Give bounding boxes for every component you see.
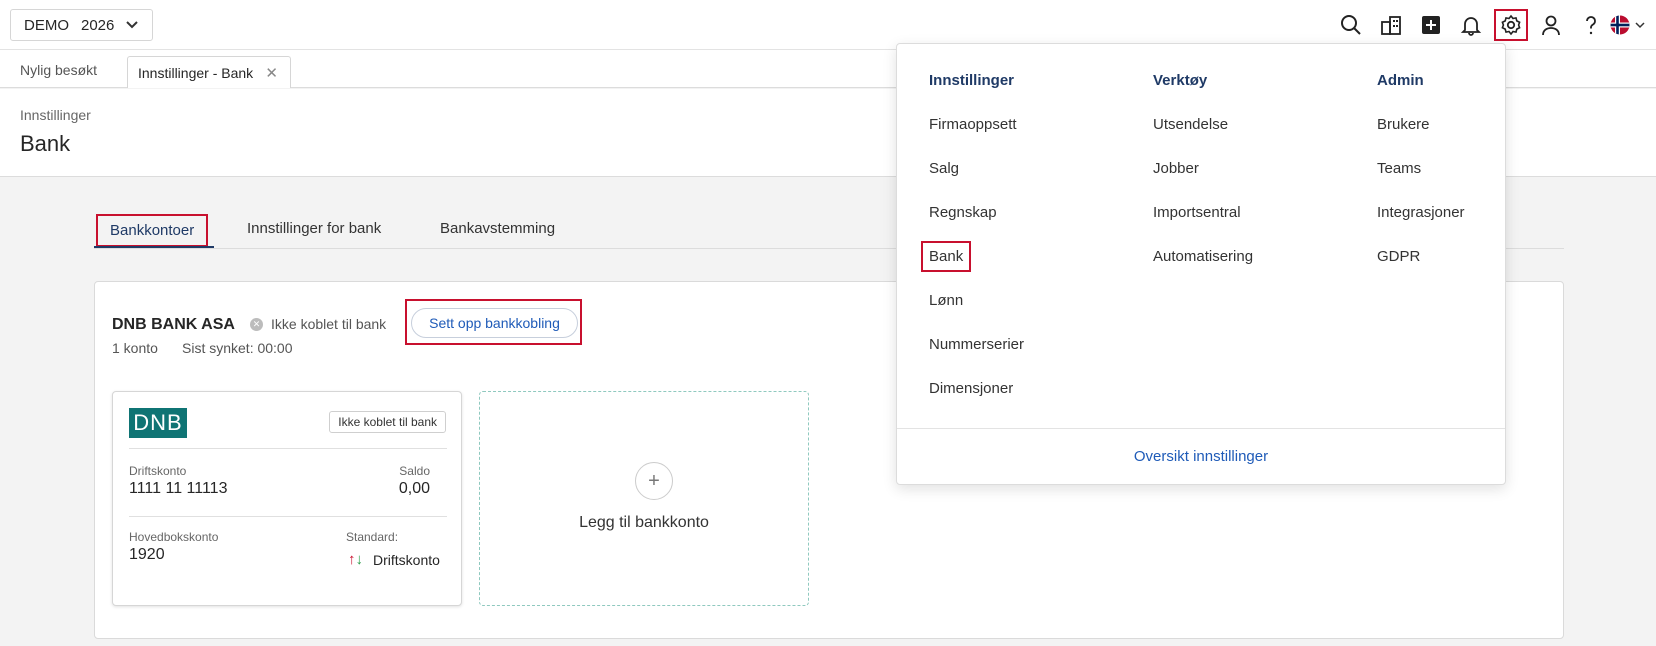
menu-item-payroll[interactable]: Lønn [929, 292, 963, 309]
add-bank-account-label: Legg til bankkonto [579, 514, 709, 531]
divider [129, 516, 447, 517]
ledger-number: 1920 [129, 546, 165, 563]
menu-item-sales[interactable]: Salg [929, 160, 959, 177]
column-heading-tools: Verktøy [1153, 72, 1208, 89]
menu-item-integrations[interactable]: Integrasjoner [1377, 204, 1465, 221]
close-icon[interactable]: ✕ [265, 64, 278, 82]
bell-icon[interactable] [1454, 9, 1488, 41]
open-tab-label: Innstillinger - Bank [138, 65, 254, 81]
menu-item-dispatch[interactable]: Utsendelse [1153, 116, 1228, 133]
setup-highlight: Sett opp bankkobling [405, 299, 582, 345]
default-value: Driftskonto [373, 552, 440, 568]
menu-item-number-series[interactable]: Nummerserier [929, 336, 1024, 353]
account-number: 1111 11 11113 [129, 480, 228, 497]
menu-item-users[interactable]: Brukere [1377, 116, 1430, 133]
settings-menu: Innstillinger Firmaoppsett Salg Regnskap… [896, 43, 1506, 485]
settings-icon[interactable] [1494, 9, 1528, 41]
add-icon[interactable] [1414, 9, 1448, 41]
menu-item-dimensions[interactable]: Dimensjoner [929, 380, 1013, 397]
dnb-logo: DNB [129, 408, 187, 438]
balance-value: 0,00 [398, 480, 430, 497]
default-label: Standard: [346, 530, 399, 544]
chevron-down-icon [1635, 22, 1645, 29]
menu-item-company-setup[interactable]: Firmaoppsett [929, 116, 1017, 133]
menu-item-accounting[interactable]: Regnskap [929, 204, 997, 221]
menu-item-automation[interactable]: Automatisering [1153, 248, 1253, 265]
menu-item-teams[interactable]: Teams [1377, 160, 1421, 177]
company-icon[interactable] [1374, 9, 1408, 41]
active-tab-indicator [94, 246, 214, 248]
connection-status-text: Ikke koblet til bank [271, 316, 387, 332]
setup-bank-connection-button[interactable]: Sett opp bankkobling [411, 308, 578, 338]
add-bank-account-card[interactable]: + Legg til bankkonto [479, 391, 809, 606]
user-icon[interactable] [1534, 9, 1568, 41]
menu-item-gdpr[interactable]: GDPR [1377, 248, 1420, 265]
account-type-label: Driftskonto [129, 464, 187, 478]
company-selector[interactable]: DEMO 2026 [10, 9, 153, 41]
column-heading-admin: Admin [1377, 72, 1424, 89]
chevron-down-icon [126, 21, 138, 29]
ledger-label: Hovedbokskonto [129, 530, 219, 544]
company-name: DEMO [24, 16, 69, 34]
plus-icon: + [635, 462, 673, 500]
balance-label: Saldo [399, 464, 430, 478]
flag-icon [1610, 15, 1630, 35]
account-count: 1 konto [112, 340, 158, 356]
bank-account-card[interactable]: DNB Ikke koblet til bank Driftskonto 111… [112, 391, 462, 606]
column-heading-settings: Innstillinger [929, 72, 1015, 89]
bank-name: DNB BANK ASA [112, 316, 235, 333]
divider [897, 428, 1505, 429]
menu-item-import-center[interactable]: Importsentral [1153, 204, 1241, 221]
breadcrumb[interactable]: Innstillinger [20, 107, 91, 123]
company-year: 2026 [81, 16, 115, 34]
last-synced: Sist synket: 00:00 [182, 340, 293, 356]
page-title: Bank [20, 131, 71, 156]
menu-item-jobs[interactable]: Jobber [1153, 160, 1199, 177]
recently-visited-tab[interactable]: Nylig besøkt [20, 62, 97, 78]
help-icon[interactable] [1574, 9, 1608, 41]
open-tab[interactable]: Innstillinger - Bank ✕ [127, 56, 291, 88]
tab-bank-reconciliation[interactable]: Bankavstemming [428, 214, 567, 243]
status-x-icon: ✕ [250, 317, 263, 331]
divider [129, 448, 447, 449]
menu-item-bank[interactable]: Bank [921, 241, 972, 272]
language-selector[interactable] [1608, 9, 1648, 41]
status-badge: Ikke koblet til bank [329, 411, 446, 433]
search-icon[interactable] [1334, 9, 1368, 41]
tab-bank-settings[interactable]: Innstillinger for bank [235, 214, 393, 243]
connection-status: ✕ Ikke koblet til bank [250, 316, 386, 332]
settings-overview-link[interactable]: Oversikt innstillinger [897, 448, 1505, 465]
transfer-arrows-icon: ↑↓ [348, 551, 363, 568]
tab-bankkontoer[interactable]: Bankkontoer [96, 214, 209, 247]
